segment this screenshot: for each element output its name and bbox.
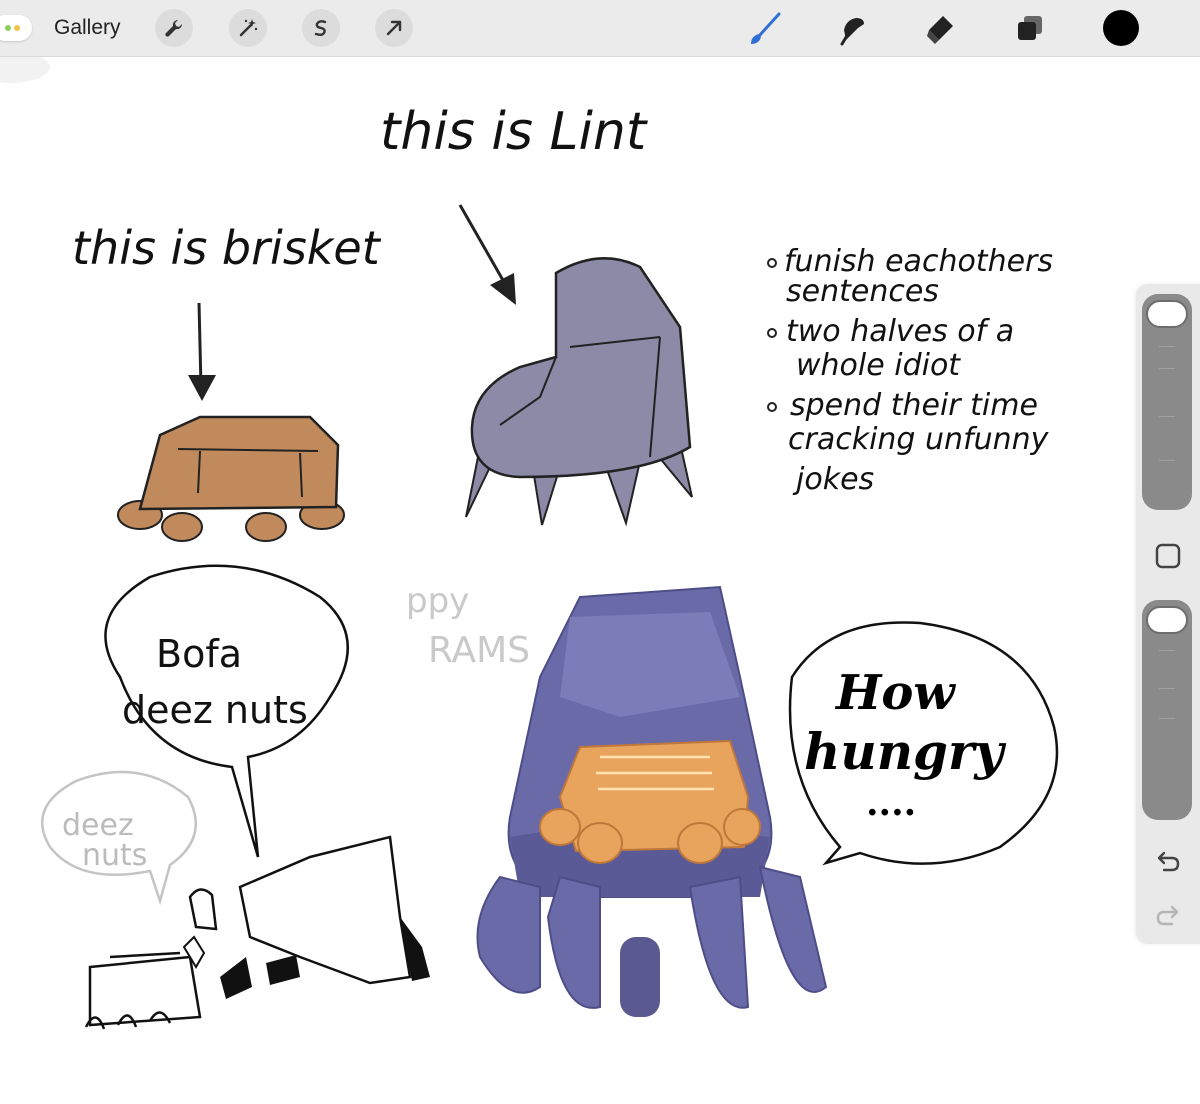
right-sidebar bbox=[1136, 284, 1200, 944]
arrow-to-lint bbox=[458, 204, 516, 305]
note-line-3: two halves of a bbox=[786, 314, 1014, 349]
watermark: ppy RAMS bbox=[406, 581, 530, 671]
slider-tick bbox=[1159, 688, 1175, 689]
transform-arrow-icon[interactable] bbox=[375, 9, 413, 47]
gallery-button[interactable]: Gallery bbox=[54, 14, 121, 42]
slider-tick bbox=[1159, 718, 1175, 719]
redo-icon[interactable] bbox=[1150, 898, 1186, 934]
bullet-icon bbox=[767, 328, 777, 338]
lint-sketch bbox=[465, 257, 693, 527]
speech-right-line-2: hungry bbox=[804, 722, 1006, 781]
speech-right-line-3: .... bbox=[866, 782, 916, 824]
speech-left-line-1: Bofa bbox=[156, 632, 242, 676]
title-lint: this is Lint bbox=[380, 102, 648, 162]
size-slider-handle[interactable] bbox=[1146, 300, 1188, 328]
note-line-7: jokes bbox=[792, 462, 874, 497]
undo-icon[interactable] bbox=[1150, 844, 1186, 880]
note-line-2: sentences bbox=[786, 274, 939, 309]
speech-small-line-2: nuts bbox=[82, 838, 147, 873]
brush-size-slider[interactable] bbox=[1142, 294, 1192, 510]
selection-s-icon[interactable] bbox=[302, 9, 340, 47]
speech-left-line-2: deez nuts bbox=[122, 688, 308, 732]
notes-list: funish eachothers sentences two halves o… bbox=[767, 244, 1053, 497]
brisket-sketch bbox=[117, 415, 345, 542]
note-line-5: spend their time bbox=[790, 388, 1038, 423]
smudge-icon[interactable] bbox=[832, 8, 872, 48]
square-modify-icon[interactable] bbox=[1150, 538, 1186, 574]
brush-icon[interactable] bbox=[745, 8, 785, 48]
color-swatch[interactable] bbox=[1103, 10, 1139, 46]
title-brisket: this is brisket bbox=[72, 221, 382, 275]
bullet-icon bbox=[767, 258, 777, 268]
green-dot-icon bbox=[5, 25, 11, 31]
slider-tick bbox=[1159, 416, 1175, 417]
slider-tick bbox=[1159, 460, 1175, 461]
arrow-to-brisket bbox=[188, 302, 216, 401]
yellow-dot-icon bbox=[14, 25, 20, 31]
wrench-icon[interactable] bbox=[155, 9, 193, 47]
slider-tick bbox=[1159, 368, 1175, 369]
bullet-icon bbox=[767, 402, 777, 412]
layers-icon[interactable] bbox=[1010, 8, 1050, 48]
speech-bubble-right: How hungry .... bbox=[788, 621, 1059, 866]
shadow-smudge bbox=[0, 57, 50, 83]
opacity-slider-handle[interactable] bbox=[1146, 606, 1188, 634]
note-line-4: whole idiot bbox=[796, 348, 961, 383]
note-line-6: cracking unfunny bbox=[788, 422, 1050, 457]
window-controls[interactable] bbox=[0, 15, 32, 41]
brush-opacity-slider[interactable] bbox=[1142, 600, 1192, 820]
magic-wand-icon[interactable] bbox=[229, 9, 267, 47]
watermark-line-1: ppy bbox=[406, 581, 469, 621]
drawing-canvas[interactable]: this is Lint this is brisket funish each… bbox=[0, 57, 1200, 1104]
speech-right-line-1: How bbox=[834, 665, 956, 721]
watermark-line-2: RAMS bbox=[428, 630, 530, 671]
eraser-icon[interactable] bbox=[921, 8, 961, 48]
speech-bubble-small: deez nuts bbox=[41, 770, 197, 906]
top-toolbar: Gallery bbox=[0, 0, 1200, 57]
slider-tick bbox=[1159, 346, 1175, 347]
slider-tick bbox=[1159, 650, 1175, 651]
